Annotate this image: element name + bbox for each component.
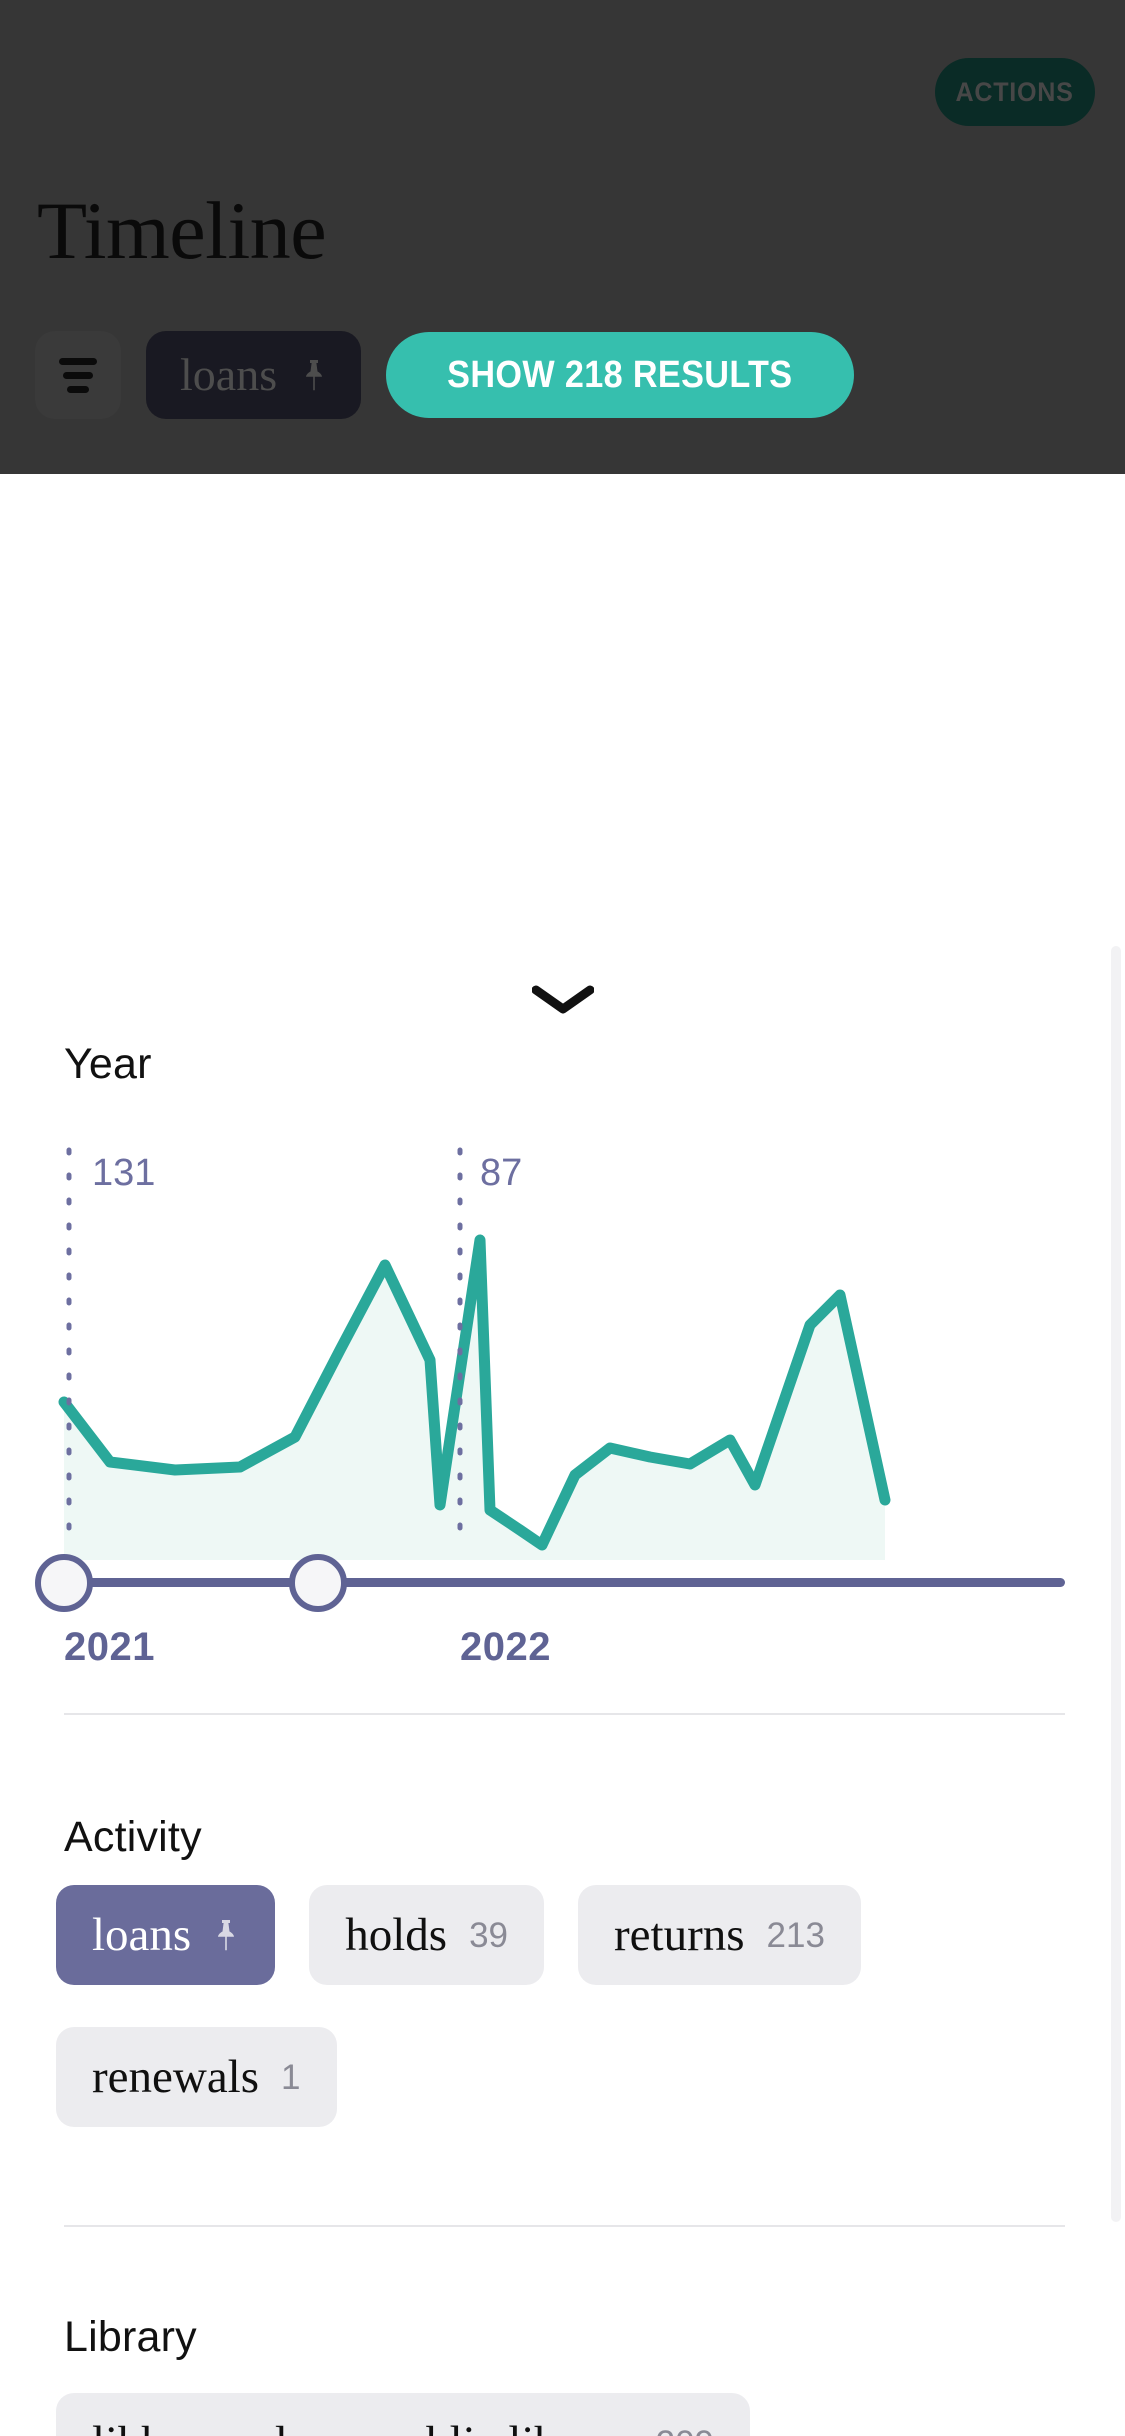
section-title-activity: Activity	[64, 1813, 202, 1861]
chip-count: 209	[656, 2426, 714, 2436]
show-results-label: SHOW 218 RESULTS	[447, 353, 793, 396]
page-title: Timeline	[37, 185, 327, 276]
sort-filter-button[interactable]	[35, 331, 121, 419]
activity-chip-returns[interactable]: returns 213	[578, 1885, 861, 1985]
chevron-down-icon	[531, 985, 594, 1014]
chip-label: loans	[92, 1908, 192, 1961]
activity-chip-renewals[interactable]: renewals 1	[56, 2027, 337, 2127]
header-filter-chip-loans[interactable]: loans	[146, 331, 362, 419]
chip-count: 213	[766, 1915, 825, 1955]
filter-controls-row: loans SHOW 218 RESULTS	[35, 331, 854, 419]
section-title-library: Library	[64, 2313, 197, 2361]
slider-handle-end[interactable]	[289, 1554, 347, 1612]
library-list: libby academy public library 209 my digi…	[56, 2393, 821, 2436]
chip-count: 39	[469, 1915, 509, 1955]
actions-button[interactable]: ACTIONS	[935, 58, 1095, 126]
slider-track[interactable]	[64, 1578, 1065, 1587]
actions-button-label: ACTIONS	[955, 76, 1075, 107]
chip-label: renewals	[92, 2050, 260, 2103]
show-results-button[interactable]: SHOW 218 RESULTS	[386, 332, 854, 418]
chip-label: holds	[345, 1908, 448, 1961]
slider-year-label-end: 2022	[460, 1625, 551, 1669]
filter-sheet: Year 131 87 2021 2022 Activity loans hol…	[0, 470, 1125, 2436]
library-chip-libby-academy[interactable]: libby academy public library 209	[56, 2393, 751, 2436]
activity-chip-holds[interactable]: holds 39	[309, 1885, 545, 1985]
chip-label: returns	[614, 1908, 745, 1961]
pin-icon	[218, 1920, 235, 1951]
activity-chip-loans[interactable]: loans	[56, 1885, 276, 1985]
divider	[64, 1713, 1065, 1715]
chip-label: loans	[180, 349, 278, 400]
header-scrim: ACTIONS Timeline loans SHOW 218 RESULTS	[0, 0, 1125, 474]
slider-year-label-start: 2021	[64, 1625, 155, 1669]
screen: Year 131 87 2021 2022 Activity loans hol…	[0, 0, 1125, 2436]
chip-label: libby academy public library	[92, 2419, 634, 2436]
activity-chip-row: loans holds 39 returns 213	[56, 1885, 861, 1985]
chip-count: 1	[281, 2057, 301, 2097]
divider	[64, 2225, 1065, 2227]
activity-chip-row-2: renewals 1	[56, 2027, 337, 2127]
slider-handle-start[interactable]	[35, 1554, 93, 1612]
pin-icon	[306, 360, 323, 391]
year-chart-svg	[58, 1147, 891, 1560]
sheet-grabber[interactable]	[0, 970, 1125, 1030]
section-title-year: Year	[64, 1040, 152, 1088]
year-range-slider[interactable]	[0, 1545, 1125, 1625]
year-histogram-chart[interactable]	[0, 1130, 1125, 1560]
sort-filter-icon	[59, 358, 97, 393]
